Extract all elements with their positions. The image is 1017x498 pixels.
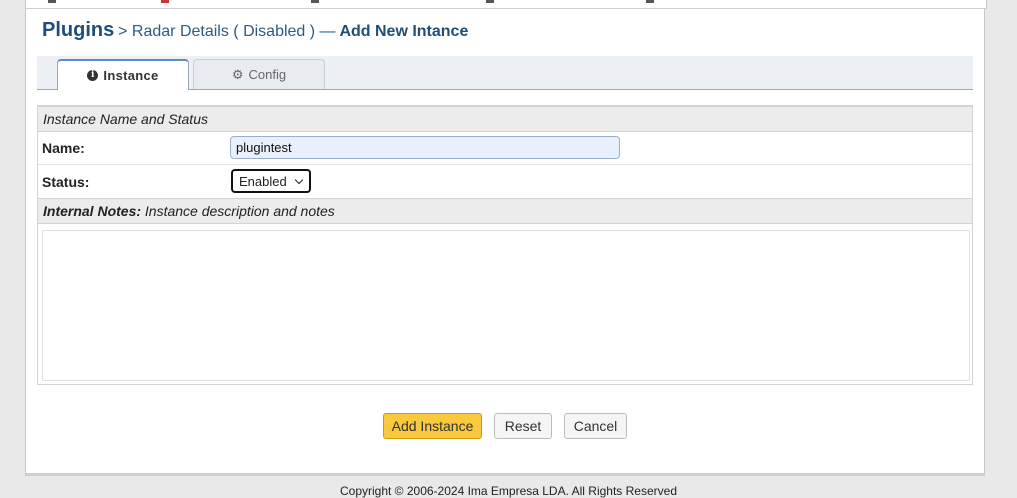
status-select[interactable]: Enabled [231,169,311,193]
toolbar-icon [646,0,654,3]
notes-label: Internal Notes: [43,203,142,219]
add-instance-button[interactable]: Add Instance [383,413,482,439]
tab-instance[interactable]: i Instance [57,59,189,90]
tab-bar: i Instance ⚙ Config [37,56,973,90]
name-row: Name: [38,132,972,165]
tab-config[interactable]: ⚙ Config [193,59,325,89]
status-select-value: Enabled [239,173,287,189]
section-header-notes: Internal Notes: Instance description and… [38,198,972,224]
name-label: Name: [42,140,85,156]
top-toolbar-strip [25,0,987,9]
chevron-down-icon [294,175,304,185]
info-icon: i [87,70,99,81]
form-actions: Add Instance Reset Cancel [26,413,984,439]
internal-notes-textarea[interactable] [42,230,970,381]
section-header-name-status: Instance Name and Status [38,106,972,132]
main-panel: Plugins > Radar Details ( Disabled ) — A… [25,9,985,476]
footer-copyright: Copyright © 2006-2024 Ima Empresa LDA. A… [339,484,677,498]
breadcrumb-current: Add New Intance [339,23,469,40]
breadcrumb-plugins[interactable]: Plugins [42,19,114,41]
status-row: Status: Enabled [38,165,972,198]
tab-config-label: Config [248,67,287,82]
page-title: Plugins > Radar Details ( Disabled ) — A… [42,19,468,42]
breadcrumb-radar-details[interactable]: > Radar Details ( Disabled ) — [118,23,335,40]
cancel-button[interactable]: Cancel [564,413,627,439]
tab-instance-label: Instance [103,68,159,83]
gear-icon: ⚙ [231,66,244,82]
section-title: Instance Name and Status [43,111,208,127]
toolbar-icon [48,0,56,3]
toolbar-icon [161,0,169,3]
reset-button[interactable]: Reset [494,413,552,439]
toolbar-icon [311,0,319,3]
toolbar-icon [486,0,494,3]
instance-form: Instance Name and Status Name: Status: E… [37,105,973,385]
status-label: Status: [42,174,90,190]
notes-description: Instance description and notes [144,203,335,219]
name-field[interactable] [230,136,620,159]
